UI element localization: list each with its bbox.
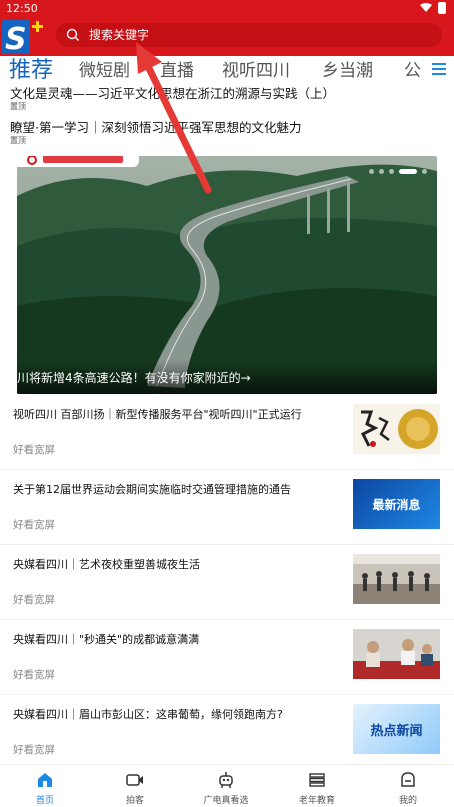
- news-item[interactable]: 央媒看四川｜艺术夜校重塑善城夜生活 好看宽屏: [0, 545, 454, 620]
- profile-icon: [401, 772, 415, 787]
- category-tabs: 推荐 微短剧 直播 视听四川 乡当潮 公: [0, 56, 454, 88]
- news-title: 关于第12届世界运动会期间实施临时交通管理措施的通告: [13, 483, 291, 496]
- bottom-nav: 首页 拍客 广电真看选 老年教育 我的: [0, 764, 454, 807]
- app-logo[interactable]: S: [2, 18, 48, 56]
- nav-label: 拍客: [125, 796, 144, 806]
- dance-class-thumb: [353, 554, 440, 604]
- nav-label: 首页: [35, 796, 54, 806]
- pinned-item[interactable]: 文化是灵魂——习近平文化思想在浙江的溯源与实践（上） 置顶: [10, 86, 440, 112]
- news-source: 好看宽屏: [13, 744, 55, 756]
- news-item[interactable]: 视听四川 百部川扬｜新型传播服务平台"视听四川"正式运行 好看宽屏: [0, 395, 454, 470]
- carousel-dot[interactable]: [422, 169, 427, 174]
- news-source: 好看宽屏: [13, 444, 55, 456]
- news-source: 好看宽屏: [13, 594, 55, 606]
- status-time: 12:50: [6, 2, 38, 15]
- search-placeholder: 搜索关键字: [89, 28, 150, 42]
- battery-icon: [438, 2, 446, 14]
- wifi-icon: [420, 3, 432, 12]
- tab-recommend[interactable]: 推荐: [9, 56, 53, 86]
- tab-live[interactable]: 直播: [160, 58, 194, 84]
- carousel-dots: [369, 169, 427, 174]
- carousel-dot-active[interactable]: [399, 169, 417, 174]
- status-bar: 12:50: [0, 0, 454, 18]
- news-title: 央媒看四川｜艺术夜校重塑善城夜生活: [13, 558, 200, 571]
- nav-home[interactable]: 首页: [10, 771, 80, 806]
- thumb-label: 最新消息: [372, 497, 421, 512]
- banner-logo: [17, 156, 139, 167]
- news-item[interactable]: 央媒看四川｜眉山市彭山区：这串葡萄，缘何领跑南方? 好看宽屏 热点新闻: [0, 695, 454, 770]
- search-input[interactable]: 搜索关键字: [56, 23, 442, 47]
- news-item[interactable]: 关于第12届世界运动会期间实施临时交通管理措施的通告 好看宽屏 最新消息: [0, 470, 454, 545]
- nav-label: 我的: [398, 796, 417, 806]
- carousel-dot[interactable]: [389, 169, 394, 174]
- news-title: 央媒看四川｜"秒通关"的成都诚意满满: [13, 633, 200, 646]
- banner-caption: 川将新增4条高速公路！有没有你家附近的→: [17, 360, 437, 394]
- pinned-item[interactable]: 瞭望·第一学习｜深刻领悟习近平强军思想的文化魅力 置顶: [10, 120, 440, 146]
- nav-elderly-edu[interactable]: 老年教育: [282, 771, 352, 806]
- menu-icon[interactable]: [432, 63, 446, 77]
- nav-video[interactable]: 拍客: [100, 771, 170, 806]
- customs-thumb: [353, 629, 440, 679]
- news-source: 好看宽屏: [13, 669, 55, 681]
- tab-public[interactable]: 公: [404, 58, 421, 84]
- pinned-title: 文化是灵魂——习近平文化思想在浙江的溯源与实践（上）: [10, 86, 336, 101]
- pinned-tag: 置顶: [10, 136, 26, 145]
- banner-image: [17, 156, 437, 394]
- pinned-title: 瞭望·第一学习｜深刻领悟习近平强军思想的文化魅力: [10, 120, 302, 135]
- news-title: 视听四川 百部川扬｜新型传播服务平台"视听四川"正式运行: [13, 408, 302, 421]
- news-source: 好看宽屏: [13, 519, 55, 531]
- thumb-label: 热点新闻: [370, 723, 423, 739]
- app-header: S 搜索关键字: [0, 18, 454, 56]
- logo-letter: S: [5, 22, 27, 56]
- books-icon: [309, 773, 325, 787]
- home-icon: [38, 773, 52, 787]
- banner-caption-text: 川将新增4条高速公路！有没有你家附近的→: [17, 371, 251, 385]
- system-icons: [420, 2, 446, 14]
- nav-label: 老年教育: [298, 796, 335, 806]
- tab-sichuan-av[interactable]: 视听四川: [222, 58, 290, 84]
- nav-profile[interactable]: 我的: [373, 771, 443, 806]
- news-item[interactable]: 央媒看四川｜"秒通关"的成都诚意满满 好看宽屏: [0, 620, 454, 695]
- robot-icon: [219, 772, 233, 788]
- news-title: 央媒看四川｜眉山市彭山区：这串葡萄，缘何领跑南方?: [13, 708, 283, 721]
- tab-rural[interactable]: 乡当潮: [322, 58, 373, 84]
- tab-short-drama[interactable]: 微短剧: [79, 58, 130, 84]
- latest-news-thumb: 最新消息: [353, 479, 440, 529]
- video-icon: [126, 774, 143, 786]
- nav-label: 广电真看选: [203, 796, 249, 806]
- pinned-tag: 置顶: [10, 102, 26, 111]
- calligraphy-thumb: [353, 404, 440, 454]
- nav-robot[interactable]: 广电真看选: [191, 771, 261, 806]
- hot-news-thumb: 热点新闻: [353, 704, 440, 754]
- banner-carousel[interactable]: 川将新增4条高速公路！有没有你家附近的→: [17, 156, 437, 394]
- search-icon: [66, 28, 79, 41]
- carousel-dot[interactable]: [369, 169, 374, 174]
- carousel-dot[interactable]: [379, 169, 384, 174]
